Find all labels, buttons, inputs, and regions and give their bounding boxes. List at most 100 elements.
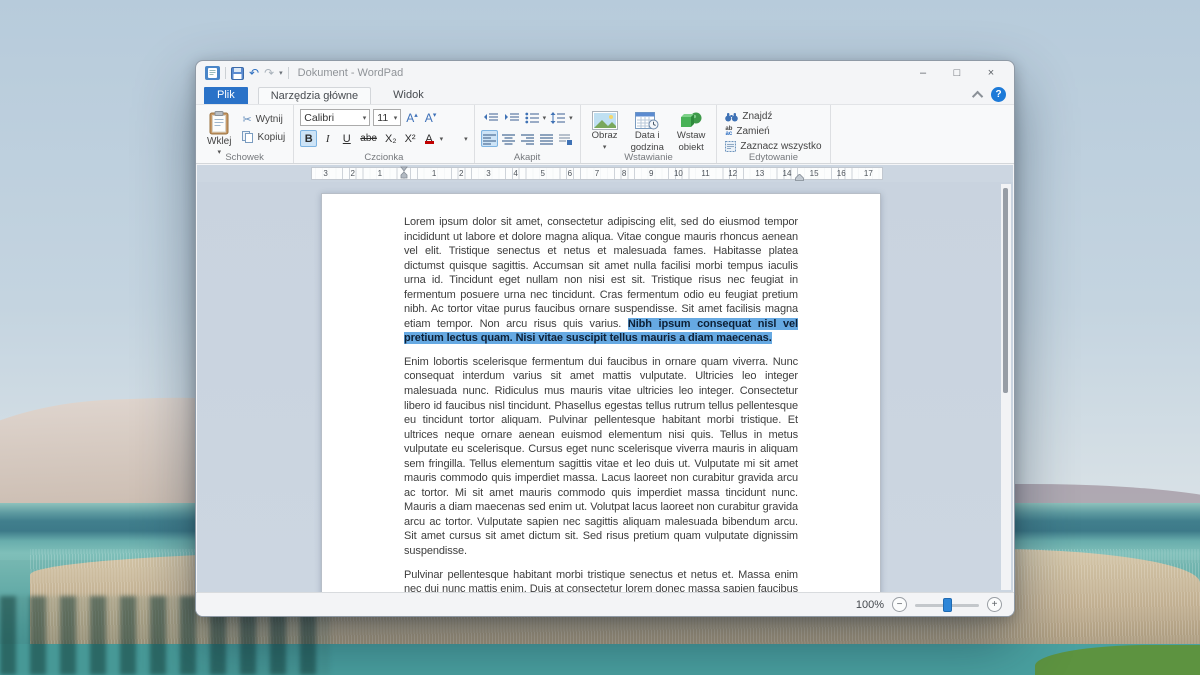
line-spacing-button[interactable] xyxy=(548,109,567,126)
insert-picture-button[interactable]: Obraz ▾ xyxy=(587,109,623,151)
font-family-caret-icon: ▾ xyxy=(363,114,367,122)
decrease-indent-button[interactable] xyxy=(481,109,500,126)
picture-caret-icon: ▾ xyxy=(603,143,607,151)
zoom-in-button[interactable]: + xyxy=(987,597,1002,612)
grow-font-button[interactable]: A▴ xyxy=(404,111,420,125)
ruler-number: 4 xyxy=(502,168,529,179)
zoom-out-button[interactable]: − xyxy=(892,597,907,612)
binoculars-icon xyxy=(725,112,738,122)
ruler-number: 15 xyxy=(801,168,828,179)
left-indent-marker[interactable] xyxy=(400,165,408,179)
editing-group-label: Edytowanie xyxy=(717,152,829,163)
zoom-slider-thumb[interactable] xyxy=(943,598,952,612)
paragraph-dialog-button[interactable] xyxy=(557,130,574,147)
ruler-number: 1 xyxy=(366,168,393,179)
list-button[interactable] xyxy=(523,109,541,126)
paragraph[interactable]: Enim lobortis scelerisque fermentum dui … xyxy=(404,355,798,559)
align-left-button[interactable] xyxy=(481,130,498,147)
font-color-button[interactable]: A xyxy=(421,130,438,147)
align-center-button[interactable] xyxy=(500,130,517,147)
justify-icon xyxy=(540,133,553,145)
highlight-caret-icon[interactable]: ▾ xyxy=(464,135,468,143)
customize-qat-caret-icon[interactable]: ▾ xyxy=(279,69,283,77)
vertical-scrollbar[interactable] xyxy=(1001,184,1011,590)
strikethrough-button[interactable]: abe xyxy=(357,130,380,147)
insert-object-button[interactable]: Wstaw obiekt xyxy=(672,109,711,151)
copy-label: Kopiuj xyxy=(257,132,285,143)
collapse-ribbon-chevron-icon[interactable] xyxy=(972,90,983,101)
select-all-label: Zaznacz wszystko xyxy=(740,141,821,152)
scrollbar-thumb[interactable] xyxy=(1003,188,1008,393)
tab-view[interactable]: Widok xyxy=(381,87,436,104)
cut-button[interactable]: ✂ Wytnij xyxy=(240,112,287,127)
qat-separator xyxy=(225,67,226,79)
ribbon-group-editing: Znajdź ab ac Zamień Zaznacz wszystko Edy… xyxy=(717,105,830,163)
text-highlight-button[interactable] xyxy=(445,130,462,147)
paragraph[interactable]: Pulvinar pellentesque habitant morbi tri… xyxy=(404,568,798,592)
ruler-number: 1 xyxy=(421,168,448,179)
find-button[interactable]: Znajdź xyxy=(723,110,823,123)
qat-separator xyxy=(288,67,289,79)
picture-label: Obraz xyxy=(592,131,618,142)
superscript-button[interactable]: X² xyxy=(402,130,419,147)
font-color-caret-icon[interactable]: ▾ xyxy=(440,135,444,143)
paste-button[interactable]: Wklej ▾ xyxy=(202,109,236,151)
copy-icon xyxy=(242,131,253,143)
desktop-wallpaper: ↶ ↷ ▾ Dokument - WordPad – □ × Plik Narz… xyxy=(0,0,1200,675)
select-all-icon xyxy=(725,141,736,152)
body-text[interactable]: Lorem ipsum dolor sit amet, consectetur … xyxy=(404,216,798,330)
paragraph[interactable]: Lorem ipsum dolor sit amet, consectetur … xyxy=(404,215,798,346)
list-caret-icon[interactable]: ▾ xyxy=(543,114,547,122)
align-right-icon xyxy=(521,133,534,145)
ruler-number: 12 xyxy=(719,168,746,179)
ruler-strip: 3211234567891011121314151617 xyxy=(197,165,1013,182)
tab-home[interactable]: Narzędzia główne xyxy=(258,87,371,104)
align-center-icon xyxy=(502,133,515,145)
ruler-number: 3 xyxy=(475,168,502,179)
maximize-button[interactable]: □ xyxy=(940,61,974,85)
picture-icon xyxy=(592,111,618,130)
font-family-combo[interactable]: Calibri ▾ xyxy=(300,109,370,126)
shrink-font-button[interactable]: A▾ xyxy=(423,111,439,125)
underline-button[interactable]: U xyxy=(338,130,355,147)
italic-button[interactable]: I xyxy=(319,130,336,147)
body-text[interactable]: Enim lobortis scelerisque fermentum dui … xyxy=(404,356,798,557)
shrink-font-label: A xyxy=(425,111,433,125)
subscript-button[interactable]: X₂ xyxy=(382,130,400,147)
paragraph-dialog-icon xyxy=(559,133,572,145)
copy-button[interactable]: Kopiuj xyxy=(240,130,287,144)
help-button[interactable]: ? xyxy=(991,87,1006,102)
object-cube-icon xyxy=(679,111,703,130)
cut-label: Wytnij xyxy=(256,114,283,125)
clipboard-icon xyxy=(209,111,229,135)
replace-icon: ab ac xyxy=(725,127,732,137)
font-size-combo[interactable]: 11 ▾ xyxy=(373,109,401,126)
paste-label: Wklej xyxy=(207,136,231,147)
object-label-line1: Wstaw xyxy=(677,131,706,142)
bold-button[interactable]: B xyxy=(300,130,317,147)
replace-button[interactable]: ab ac Zamień xyxy=(723,125,823,138)
replace-label: Zamień xyxy=(736,126,769,137)
save-icon[interactable] xyxy=(231,67,244,80)
tab-file[interactable]: Plik xyxy=(204,87,248,104)
wordpad-app-icon[interactable] xyxy=(205,66,220,80)
body-text[interactable]: Pulvinar pellentesque habitant morbi tri… xyxy=(404,569,798,592)
minimize-button[interactable]: – xyxy=(906,61,940,85)
right-indent-marker[interactable] xyxy=(795,174,804,181)
font-size-value: 11 xyxy=(377,112,388,124)
ruler-number: 3 xyxy=(312,168,339,179)
align-right-button[interactable] xyxy=(519,130,536,147)
line-spacing-caret-icon[interactable]: ▾ xyxy=(569,114,573,122)
font-family-value: Calibri xyxy=(304,112,334,124)
document-text[interactable]: Lorem ipsum dolor sit amet, consectetur … xyxy=(322,194,880,592)
scissors-icon: ✂ xyxy=(242,113,251,126)
redo-icon[interactable]: ↷ xyxy=(264,67,274,79)
zoom-slider[interactable] xyxy=(915,598,979,612)
close-button[interactable]: × xyxy=(974,61,1008,85)
increase-indent-button[interactable] xyxy=(502,109,521,126)
justify-button[interactable] xyxy=(538,130,555,147)
undo-icon[interactable]: ↶ xyxy=(249,67,259,79)
document-page[interactable]: Lorem ipsum dolor sit amet, consectetur … xyxy=(321,193,881,592)
increase-indent-icon xyxy=(504,112,519,124)
insert-datetime-button[interactable]: Data i godzina xyxy=(626,109,669,151)
